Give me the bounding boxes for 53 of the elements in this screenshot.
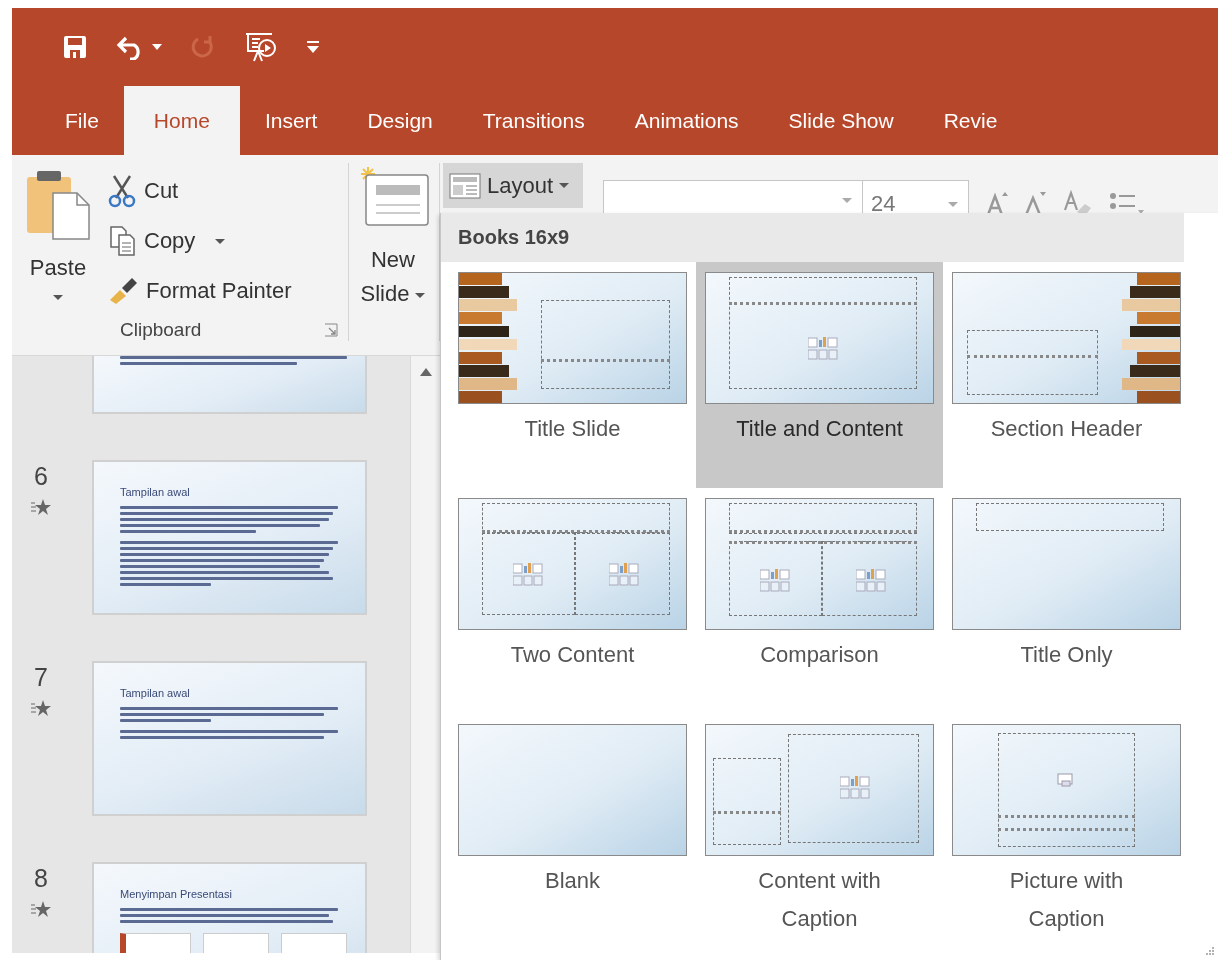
copy-icon [108,225,136,257]
layout-option[interactable]: Title Only [943,488,1190,714]
dialog-launcher-button[interactable] [324,323,338,337]
layout-option[interactable]: Picture with Caption [943,714,1190,940]
cut-button[interactable]: Cut [104,169,296,213]
slide-thumbnail[interactable] [92,356,367,414]
bullets-icon [1109,190,1146,216]
slide-thumbnail[interactable]: Tampilan awal [92,460,367,615]
shrink-font-icon [1025,190,1048,216]
layout-option[interactable]: Two Content [449,488,696,714]
copy-button[interactable]: Copy [104,219,296,263]
ribbon-tab[interactable]: Home [123,86,240,155]
slide-number: 7 [34,663,48,692]
slide-title: Tampilan awal [120,486,191,498]
save-icon [62,34,88,60]
slide-title: Tampilan awal [120,687,191,699]
gallery-header: Books 16x9 [458,226,570,249]
ribbon-tab[interactable]: Insert [239,86,343,155]
scissors-icon [108,174,136,208]
ribbon-tab[interactable]: Animations [609,86,764,155]
paste-button[interactable]: Paste [12,163,104,319]
group-label: Clipboard [120,319,202,341]
layout-option[interactable]: Section Header [943,262,1190,488]
layout-option[interactable]: Blank [449,714,696,940]
ribbon-tab[interactable]: Revie [918,86,1023,155]
customize-icon [306,40,320,54]
format-painter-button[interactable]: Format Painter [104,269,296,313]
clipboard-icon [25,169,91,241]
launcher-icon [324,323,338,337]
resize-grip-icon [1205,946,1215,956]
presenter-icon [244,31,278,63]
slide-number: 8 [34,864,48,893]
ribbon-tab[interactable]: Slide Show [763,86,919,155]
redo-icon [190,34,216,60]
slide-thumbnail[interactable]: Menyimpan Presentasi [92,862,367,953]
clear-formatting-icon [1063,190,1094,216]
layout-option[interactable]: Comparison [696,488,943,714]
ribbon-tab[interactable]: File [40,86,124,155]
ribbon-tab[interactable]: Transitions [457,86,610,155]
slide-title: Menyimpan Presentasi [120,888,233,900]
new-slide-button[interactable]: New Slide [349,163,437,311]
caret-icon [152,44,162,50]
slide-number: 6 [34,462,48,491]
layout-option[interactable]: Title Slide [449,262,696,488]
layout-option[interactable]: Content with Caption [696,714,943,940]
scroll-up-icon [419,368,432,376]
paintbrush-icon [108,276,138,306]
layout-option[interactable]: Title and Content [696,262,943,488]
grow-font-icon [987,190,1010,216]
layout-button[interactable]: Layout [443,163,584,208]
layout-icon [449,172,481,199]
ribbon-tab[interactable]: Design [342,86,458,155]
slide-thumbnail[interactable]: Tampilan awal [92,661,367,816]
